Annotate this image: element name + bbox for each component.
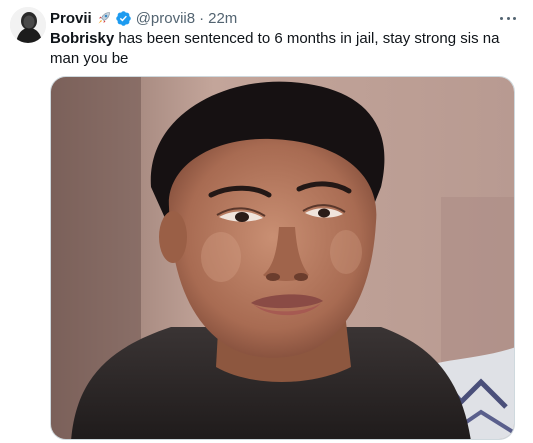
tweet-header: Provii @provii8 · 22m — [50, 8, 237, 28]
separator-dot: · — [199, 9, 205, 27]
more-dot — [506, 16, 510, 20]
avatar-image — [10, 7, 46, 43]
photo-portrait — [51, 77, 514, 439]
avatar[interactable] — [10, 7, 46, 43]
mention-text: Bobrisky — [50, 30, 115, 47]
tweet-card[interactable]: Provii @provii8 · 22m Bobrisky has been … — [0, 0, 533, 443]
author-handle[interactable]: @provii8 — [136, 10, 195, 27]
more-dot — [513, 16, 516, 20]
more-options-icon[interactable] — [497, 10, 519, 26]
tweet-timestamp[interactable]: 22m — [208, 10, 237, 27]
rocket-icon — [96, 10, 112, 26]
tweet-body: has been sentenced to 6 months in jail, … — [50, 30, 500, 67]
more-dot — [500, 16, 503, 20]
tweet-photo[interactable] — [50, 76, 515, 440]
tweet-text: Bobrisky has been sentenced to 6 months … — [50, 29, 520, 69]
author-name[interactable]: Provii — [50, 10, 92, 27]
verified-icon[interactable] — [115, 10, 132, 27]
